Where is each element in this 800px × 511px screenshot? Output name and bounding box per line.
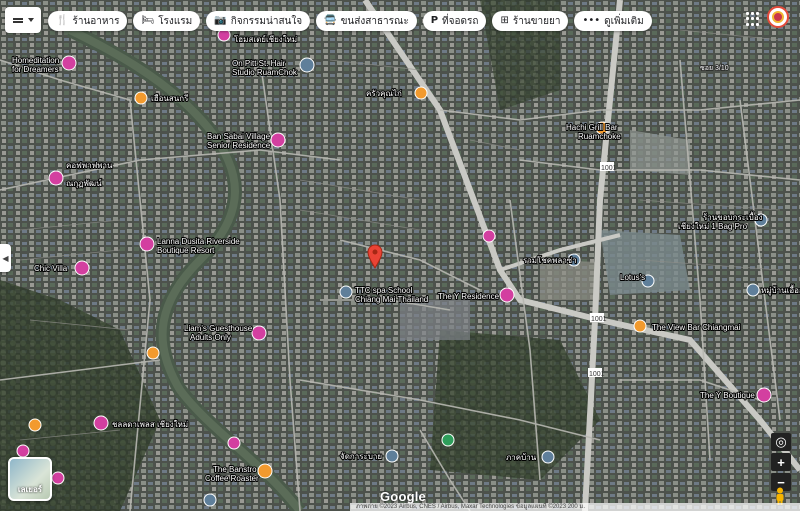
place-marker[interactable]	[16, 444, 30, 458]
map-canvas[interactable]: 1001 1001 1001 1001 ซอย 3/10 Homeditatio…	[0, 0, 800, 511]
place-label: Boutique Resort	[157, 246, 215, 255]
place-marker[interactable]: The Y Boutique	[699, 387, 772, 403]
chip-label: ที่จอดรถ	[442, 15, 479, 27]
map-attribution[interactable]: ภาพถ่าย ©2023 Airbus, CNES / Airbus, Max…	[350, 503, 800, 511]
place-label: Lanna Dusita Riverside	[157, 237, 240, 246]
zoom-in-button[interactable]: +	[771, 453, 791, 471]
place-marker[interactable]	[28, 418, 42, 432]
my-location-button[interactable]: ◎	[771, 433, 791, 451]
account-avatar[interactable]	[767, 6, 789, 28]
google-logo: Google	[380, 489, 426, 504]
place-marker[interactable]: จัดการะบาย	[339, 449, 399, 463]
place-label: Liam's Guesthouse	[184, 324, 253, 333]
collapse-panel-button[interactable]: ◀	[0, 244, 11, 272]
place-label: Chiang Mai Thailand	[355, 295, 428, 304]
place-label: for Dreamers	[12, 65, 59, 74]
chip-more[interactable]: ••• ดูเพิ่มเติม	[574, 11, 652, 31]
place-marker[interactable]	[203, 493, 217, 507]
chevron-left-icon: ◀	[2, 253, 9, 263]
chip-label: ร้านอาหาร	[72, 15, 120, 27]
chip-transit[interactable]: 🚍 ขนส่งสาธารณะ	[316, 11, 417, 31]
road-number: 1001	[601, 165, 617, 172]
place-label: The View Bar Chiangmai	[652, 323, 741, 332]
bed-icon: 🛏	[141, 15, 155, 26]
place-marker[interactable]: รวมโชคพลาซ่า	[522, 253, 581, 267]
locate-icon: ◎	[775, 434, 787, 449]
chip-pharmacy[interactable]: ⊞ ร้านขายยา	[492, 11, 569, 31]
place-label: ณกุฏพัฒน์	[66, 178, 102, 188]
place-label: โฮมสเตย์เชียงใหม่	[234, 34, 297, 44]
place-label: เชียงใหม่ 1 Bag Pro	[678, 222, 748, 231]
place-label: The Y Boutique	[700, 391, 755, 400]
place-label: Ban Sabai Village	[207, 132, 271, 141]
place-label: ภาคบ้าน	[506, 453, 537, 462]
chip-restaurants[interactable]: 🍴 ร้านอาหาร	[48, 11, 128, 31]
chip-label: ขนส่งสาธารณะ	[340, 15, 409, 27]
place-marker[interactable]: เฮือนสนกรี	[134, 91, 190, 105]
place-label: ร้านขอบกระเบื้อง	[703, 211, 763, 222]
camera-icon: 📷	[214, 15, 227, 26]
parking-icon: P	[430, 15, 439, 26]
place-label: Lotus's	[620, 273, 645, 282]
place-marker[interactable]	[441, 433, 455, 447]
road-number: 1001	[589, 371, 605, 378]
place-label: TTC spa School	[355, 286, 413, 295]
place-label: Adults Only	[190, 333, 231, 342]
road-label: ซอย 3/10	[700, 65, 729, 72]
pharmacy-icon: ⊞	[500, 15, 509, 26]
chip-label: ดูเพิ่มเติม	[604, 15, 644, 27]
place-label: ครัวคุณไก่	[366, 89, 402, 98]
fork-knife-icon: 🍴	[56, 15, 69, 26]
place-marker[interactable]	[51, 471, 65, 485]
place-label: Hachi Grill Bar	[566, 123, 618, 132]
chip-things-to-do[interactable]: 📷 กิจกรรมน่าสนใจ	[206, 11, 311, 31]
place-label: เฮือนสนกรี	[151, 94, 189, 103]
place-marker[interactable]: หมู่บ้านเอื้ออารี	[746, 283, 800, 297]
place-label: On Pitt St. Hair	[232, 59, 286, 68]
place-marker[interactable]	[227, 436, 241, 450]
map-controls: ◎ + −	[771, 433, 791, 493]
chevron-down-icon	[27, 18, 34, 22]
apps-grid-icon[interactable]	[746, 12, 760, 26]
place-label: The Banstro	[213, 465, 257, 474]
satellite-map[interactable]: 1001 1001 1001 1001 ซอย 3/10 Homeditatio…	[0, 0, 800, 511]
place-label: Senior Residence	[207, 141, 271, 150]
chip-parking[interactable]: P ที่จอดรถ	[422, 11, 487, 31]
menu-button[interactable]	[5, 7, 41, 33]
chip-label: โรงแรม	[158, 15, 193, 27]
place-label: Studio RuamChok	[232, 68, 298, 77]
place-label: Coffee Roaster	[205, 474, 259, 483]
place-marker[interactable]	[482, 229, 496, 243]
road-number: 1001	[591, 316, 607, 323]
place-label: Chic Villa	[34, 264, 68, 273]
place-marker[interactable]: ภาคบ้าน	[505, 450, 555, 464]
place-label: คอฟพาฟพาน	[66, 161, 113, 170]
place-marker[interactable]: ครัวคุณไก่	[365, 86, 428, 100]
place-label: จัดการะบาย	[340, 452, 382, 461]
layers-toggle[interactable]: เลเยอร์	[8, 457, 52, 501]
place-marker[interactable]: Chic Villa	[33, 260, 90, 276]
place-label: Ruamchoke	[578, 132, 621, 141]
chip-label: ร้านขายยา	[512, 15, 561, 27]
chip-label: กิจกรรมน่าสนใจ	[230, 15, 303, 27]
place-label: หมู่บ้านเอื้ออารี	[761, 284, 800, 296]
place-label: ชลลดาเพลส เชียงใหม่	[112, 420, 188, 429]
more-icon: •••	[582, 15, 601, 26]
place-marker[interactable]	[146, 346, 160, 360]
chip-hotels[interactable]: 🛏 โรงแรม	[133, 11, 201, 31]
layers-label: เลเยอร์	[17, 485, 43, 494]
menu-icon	[12, 17, 23, 23]
place-label: The Y Residence	[438, 292, 500, 301]
bus-icon: 🚍	[324, 15, 337, 26]
place-label: Homeditation	[12, 56, 59, 65]
place-label: รวมโชคพลาซ่า	[523, 255, 577, 265]
category-chips: 🍴 ร้านอาหาร 🛏 โรงแรม 📷 กิจกรรมน่าสนใจ 🚍 …	[48, 11, 652, 31]
plus-icon: +	[777, 454, 785, 470]
